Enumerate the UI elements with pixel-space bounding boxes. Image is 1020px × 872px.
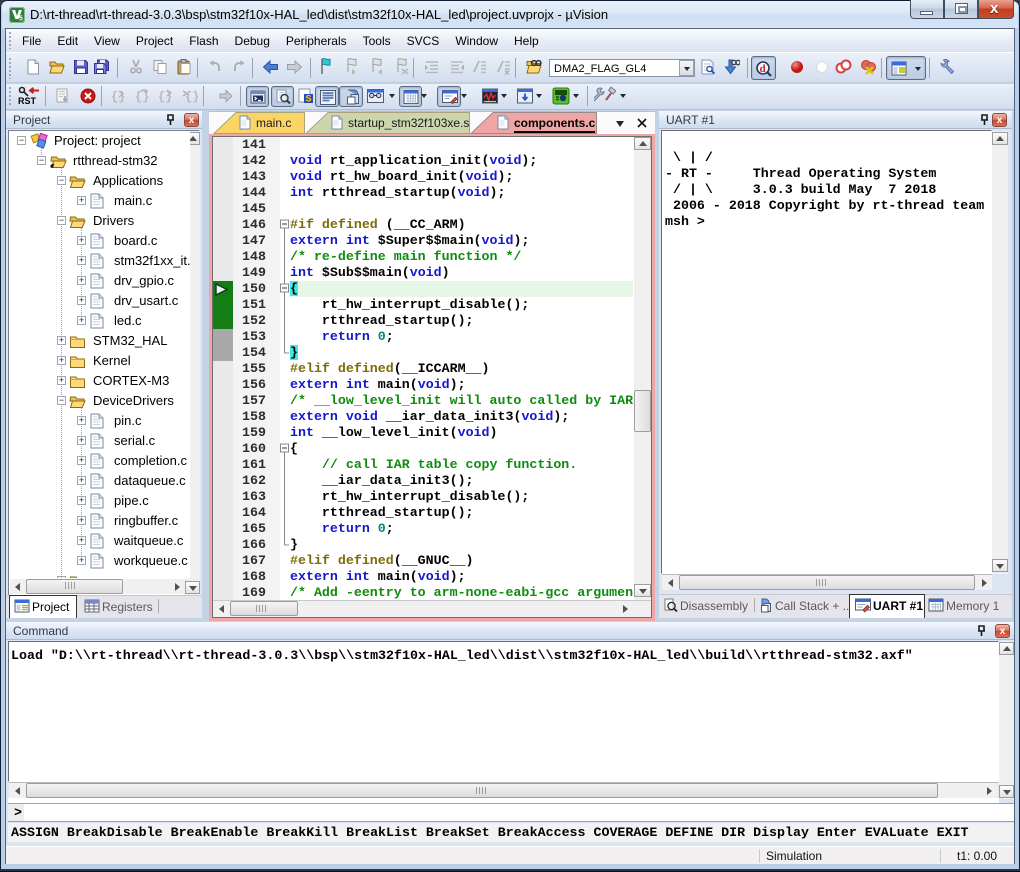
svg-text:d: d bbox=[760, 63, 766, 75]
svg-text:RST: RST bbox=[18, 96, 37, 106]
svg-text:{}: {} bbox=[111, 90, 125, 104]
svg-text:{}: {} bbox=[185, 90, 198, 104]
svg-text:5: 5 bbox=[19, 16, 23, 23]
svg-text:{}: {} bbox=[135, 90, 149, 104]
svg-text:S: S bbox=[306, 94, 312, 104]
